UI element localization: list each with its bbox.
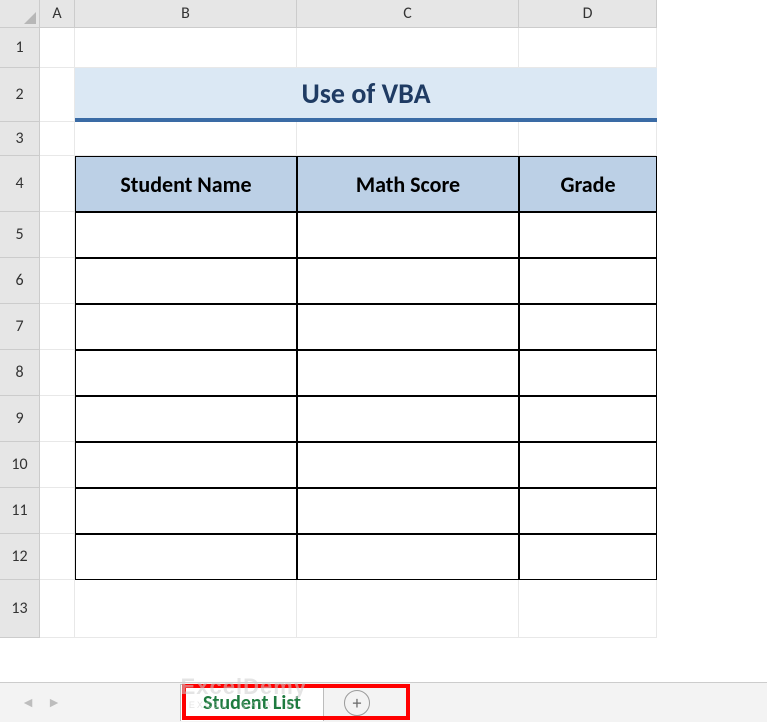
cell-A9[interactable] xyxy=(40,396,75,442)
row-8 xyxy=(40,350,657,396)
row-header-7[interactable]: 7 xyxy=(0,304,40,350)
cell-B12[interactable] xyxy=(75,534,297,580)
cell-B5[interactable] xyxy=(75,212,297,258)
cell-A13[interactable] xyxy=(40,580,75,638)
cell-B1[interactable] xyxy=(75,28,297,68)
tab-nav-prev-icon[interactable]: ◄ xyxy=(18,693,38,713)
cell-D9[interactable] xyxy=(519,396,657,442)
cell-B7[interactable] xyxy=(75,304,297,350)
cell-B11[interactable] xyxy=(75,488,297,534)
col-header-D[interactable]: D xyxy=(519,0,657,28)
cell-A2[interactable] xyxy=(40,68,75,122)
title-cell[interactable]: Use of VBA xyxy=(75,68,657,122)
cell-D5[interactable] xyxy=(519,212,657,258)
cell-D6[interactable] xyxy=(519,258,657,304)
tab-nav-next-icon[interactable]: ► xyxy=(44,693,64,713)
cell-B13[interactable] xyxy=(75,580,297,638)
cell-A7[interactable] xyxy=(40,304,75,350)
cell-C10[interactable] xyxy=(297,442,519,488)
row-header-12[interactable]: 12 xyxy=(0,534,40,580)
cell-C12[interactable] xyxy=(297,534,519,580)
col-header-B[interactable]: B xyxy=(75,0,297,28)
row-1 xyxy=(40,28,657,68)
row-header-4[interactable]: 4 xyxy=(0,156,40,212)
cell-A10[interactable] xyxy=(40,442,75,488)
row-5 xyxy=(40,212,657,258)
sheet-tab-active[interactable]: Student List xyxy=(180,684,324,721)
row-header-11[interactable]: 11 xyxy=(0,488,40,534)
cell-B6[interactable] xyxy=(75,258,297,304)
cell-D13[interactable] xyxy=(519,580,657,638)
cell-A5[interactable] xyxy=(40,212,75,258)
cell-D3[interactable] xyxy=(519,122,657,156)
cell-C9[interactable] xyxy=(297,396,519,442)
cell-C7[interactable] xyxy=(297,304,519,350)
cell-D7[interactable] xyxy=(519,304,657,350)
row-12 xyxy=(40,534,657,580)
column-headers: A B C D xyxy=(40,0,657,28)
cell-A6[interactable] xyxy=(40,258,75,304)
spreadsheet-window: A B C D 1 2 3 4 5 6 7 8 9 10 11 12 13 xyxy=(0,0,767,722)
cell-D1[interactable] xyxy=(519,28,657,68)
cell-A8[interactable] xyxy=(40,350,75,396)
row-3 xyxy=(40,122,657,156)
cell-C8[interactable] xyxy=(297,350,519,396)
cell-C1[interactable] xyxy=(297,28,519,68)
cell-C3[interactable] xyxy=(297,122,519,156)
table-header-student-name[interactable]: Student Name xyxy=(75,156,297,212)
row-9 xyxy=(40,396,657,442)
cell-C5[interactable] xyxy=(297,212,519,258)
row-13 xyxy=(40,580,657,638)
cell-C6[interactable] xyxy=(297,258,519,304)
table-header-math-score[interactable]: Math Score xyxy=(297,156,519,212)
col-header-A[interactable]: A xyxy=(40,0,75,28)
cell-A12[interactable] xyxy=(40,534,75,580)
cell-B9[interactable] xyxy=(75,396,297,442)
row-header-1[interactable]: 1 xyxy=(0,28,40,68)
sheet-tab-bar: ◄ ► Student List + ExcelDemy EXCEL · DAT… xyxy=(0,682,767,722)
cell-D12[interactable] xyxy=(519,534,657,580)
cell-A11[interactable] xyxy=(40,488,75,534)
col-header-C[interactable]: C xyxy=(297,0,519,28)
cell-C13[interactable] xyxy=(297,580,519,638)
row-6 xyxy=(40,258,657,304)
cell-D8[interactable] xyxy=(519,350,657,396)
cell-A1[interactable] xyxy=(40,28,75,68)
cell-A4[interactable] xyxy=(40,156,75,212)
row-header-2[interactable]: 2 xyxy=(0,68,40,122)
table-header-grade[interactable]: Grade xyxy=(519,156,657,212)
cell-B3[interactable] xyxy=(75,122,297,156)
row-header-6[interactable]: 6 xyxy=(0,258,40,304)
add-sheet-icon[interactable]: + xyxy=(344,690,370,716)
row-header-9[interactable]: 9 xyxy=(0,396,40,442)
row-2: Use of VBA xyxy=(40,68,657,122)
row-7 xyxy=(40,304,657,350)
cell-B8[interactable] xyxy=(75,350,297,396)
row-headers: 1 2 3 4 5 6 7 8 9 10 11 12 13 xyxy=(0,28,40,638)
row-header-8[interactable]: 8 xyxy=(0,350,40,396)
row-10 xyxy=(40,442,657,488)
cell-C11[interactable] xyxy=(297,488,519,534)
row-header-3[interactable]: 3 xyxy=(0,122,40,156)
cell-A3[interactable] xyxy=(40,122,75,156)
cell-B10[interactable] xyxy=(75,442,297,488)
select-all-corner[interactable] xyxy=(0,0,40,28)
cell-D11[interactable] xyxy=(519,488,657,534)
grid-area: A B C D 1 2 3 4 5 6 7 8 9 10 11 12 13 xyxy=(0,0,767,682)
row-4: Student Name Math Score Grade xyxy=(40,156,657,212)
cells-layer: Use of VBA Student Name Math Score Grade xyxy=(40,28,657,638)
row-header-5[interactable]: 5 xyxy=(0,212,40,258)
row-11 xyxy=(40,488,657,534)
cell-D10[interactable] xyxy=(519,442,657,488)
row-header-10[interactable]: 10 xyxy=(0,442,40,488)
row-header-13[interactable]: 13 xyxy=(0,580,40,638)
